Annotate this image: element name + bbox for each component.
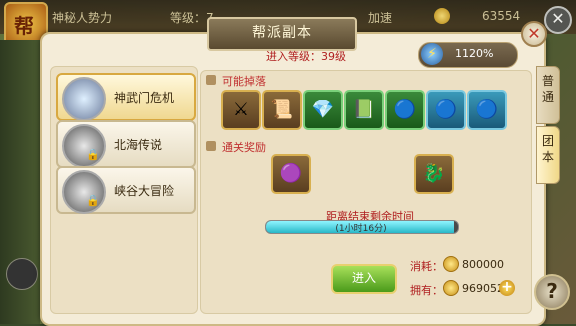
dialog-title: 帮派副本 [207,17,357,51]
orange-dragon-icon[interactable]: 🐉 [414,154,454,194]
speed-button[interactable]: 加速 [368,9,392,26]
avatar-icon[interactable] [6,258,38,290]
blue-orbs-icon[interactable]: 🔵 [426,90,466,130]
lock-icon: 🔒 [86,148,100,161]
green-gem-icon[interactable]: 💎 [303,90,343,130]
book-icon[interactable]: 📗 [344,90,384,130]
weapon-icon[interactable]: ⚔ [221,90,261,130]
close-button[interactable]: ✕ [521,21,547,47]
blue-orbs-icon[interactable]: 🔵 [385,90,425,130]
bullet-icon [206,75,216,85]
dungeon-tab-2[interactable]: 🔒 北海传说 [56,120,196,168]
dungeon-label: 峡谷大冒险 [114,184,175,198]
close-icon[interactable]: ✕ [544,6,572,34]
blue-orbs-icon[interactable]: 🔵 [467,90,507,130]
energy-value: 1120% [455,47,494,60]
gold-coin-icon [434,8,450,24]
cost-value: 800000 [462,258,504,271]
left-sidebar [0,40,40,324]
scroll-icon[interactable]: 📜 [262,90,302,130]
enter-button[interactable]: 进入 [331,264,397,294]
dungeon-label: 北海传说 [114,138,163,152]
dungeon-tab-1[interactable]: 神武门危机 [56,73,196,121]
add-gold-button[interactable]: + [499,280,515,296]
energy-counter: ⚡ 1120% [418,42,518,68]
own-label: 拥有： [410,284,443,297]
dungeon-label: 神武门危机 [114,91,175,105]
bullet-icon [206,141,216,151]
guild-emblem-icon: 帮 [14,14,34,38]
dungeon-thumb [62,170,106,214]
tab-raid[interactable]: 团本 [536,126,560,184]
purple-token-icon[interactable]: 🟣 [271,154,311,194]
dungeon-thumb [62,124,106,168]
dungeon-tab-3[interactable]: 🔒 峡谷大冒险 [56,166,196,214]
rewards-title: 通关奖励 [222,141,266,154]
lock-icon: 🔒 [86,194,100,207]
gold-coin-icon [443,280,459,296]
entry-level: 进入等级：39级 [266,50,346,63]
drops-title: 可能掉落 [222,75,266,88]
help-button[interactable]: ? [534,274,570,310]
dungeon-thumb [62,77,106,121]
guild-name: 神秘人势力 [52,11,113,25]
countdown-text: (1小时16分) [335,224,387,234]
cost-label: 消耗： [410,260,443,273]
tab-normal[interactable]: 普通 [536,66,560,124]
gold-coin-icon [443,256,459,272]
lightning-icon: ⚡ [421,43,443,65]
gold-amount: 63554 [482,9,521,23]
